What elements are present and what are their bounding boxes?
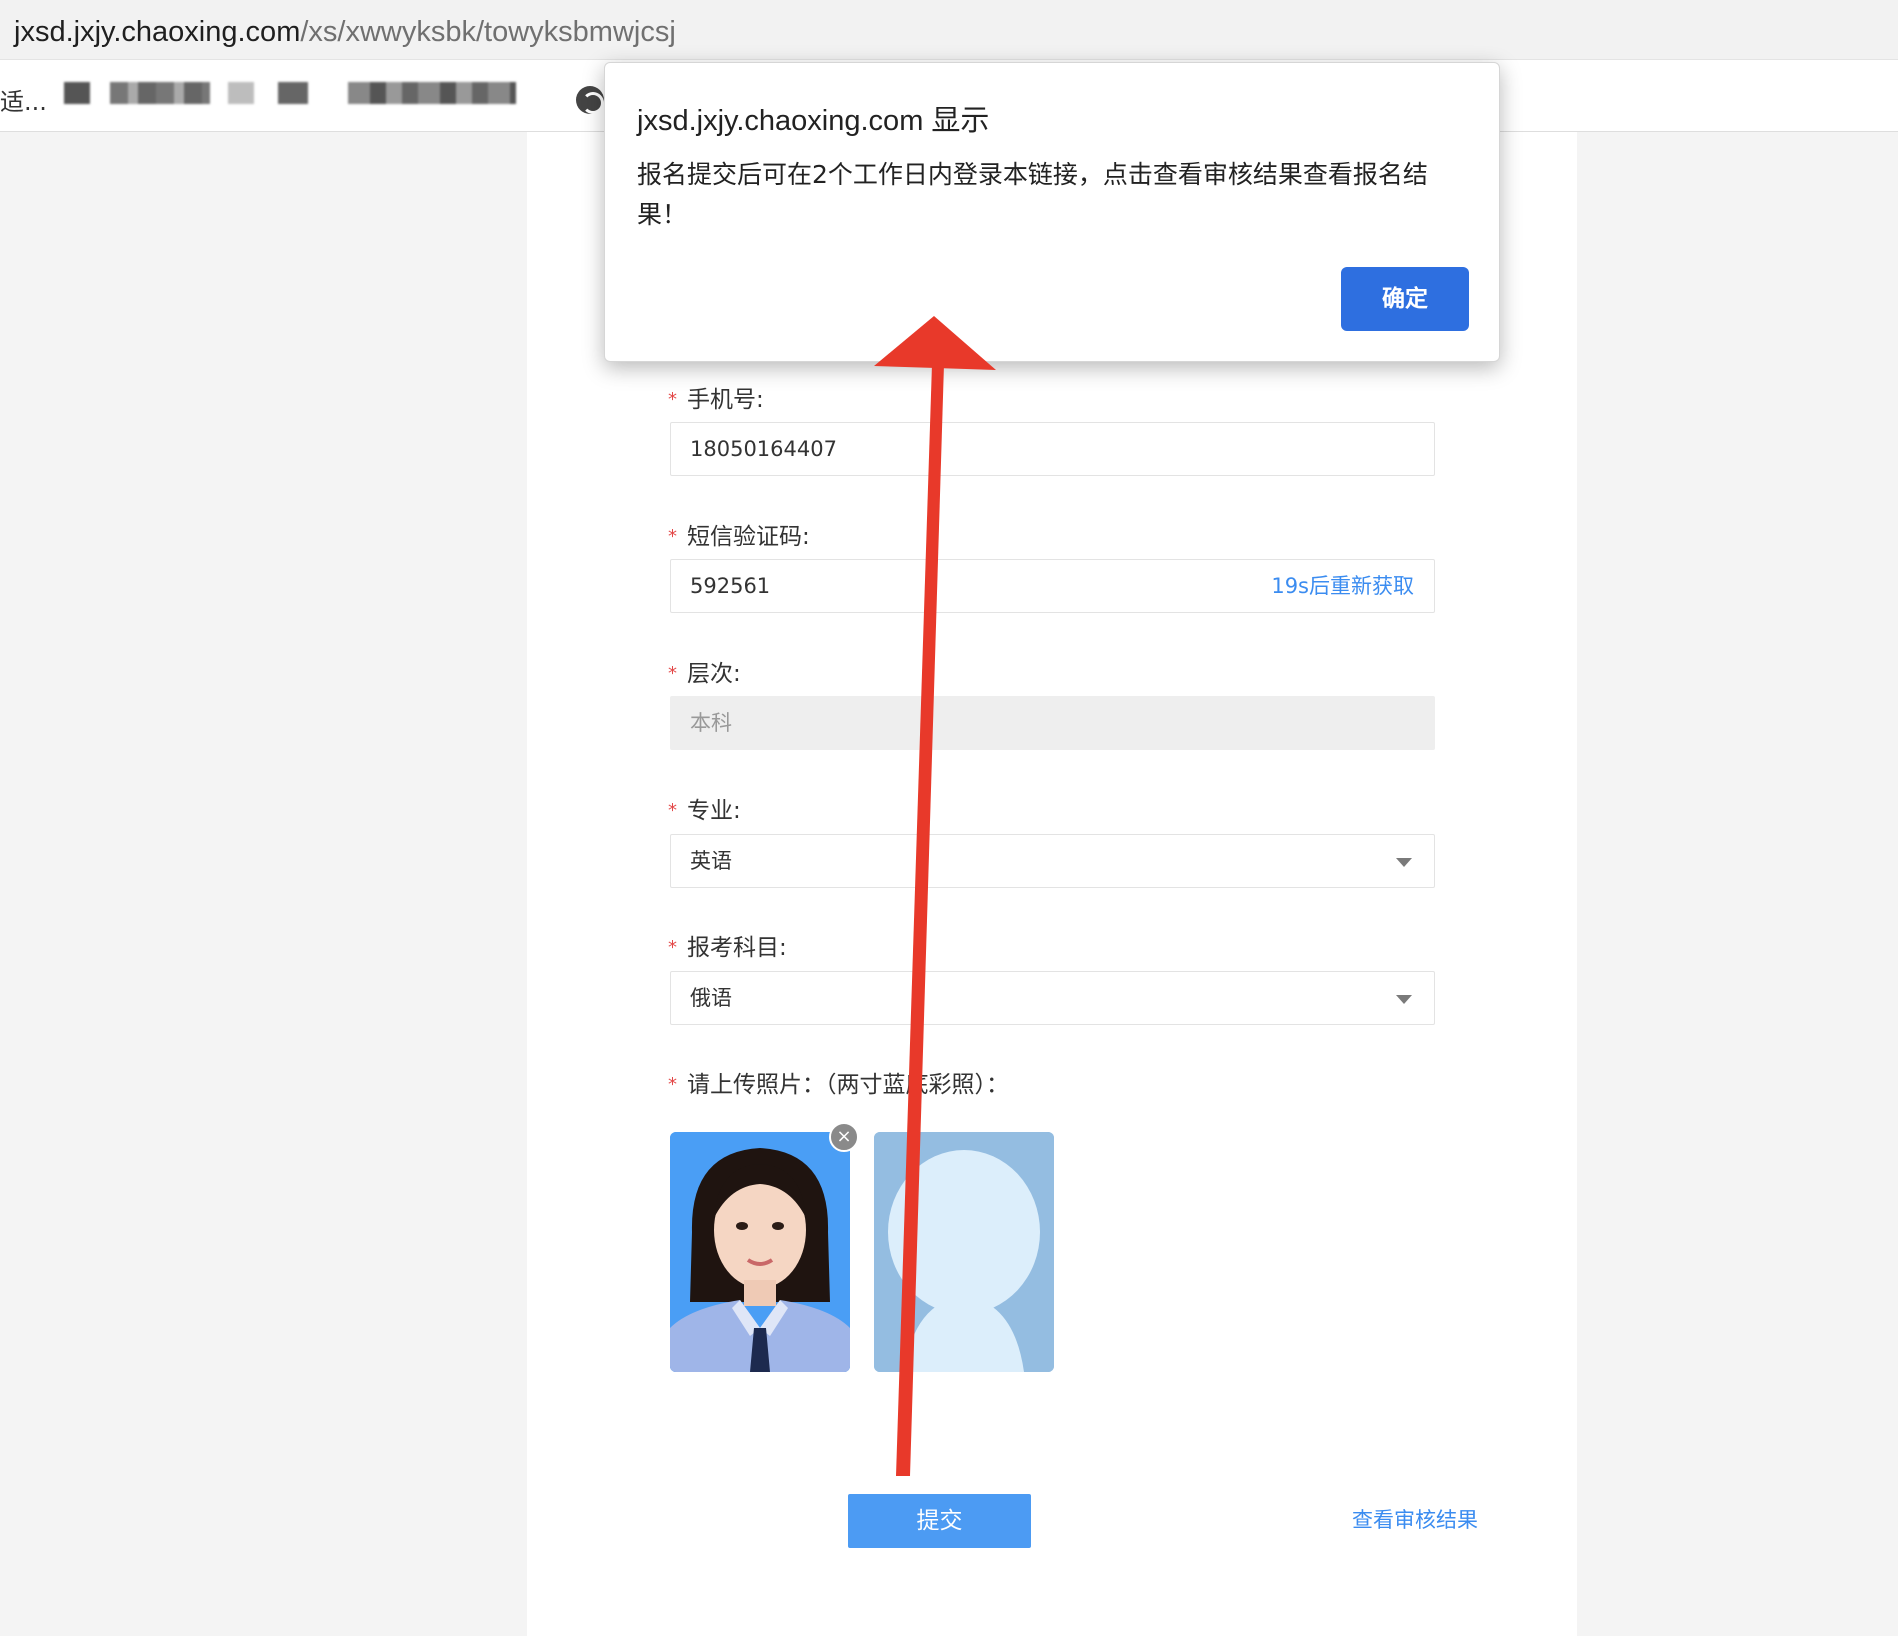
dialog-title: jxsd.jxjy.chaoxing.com 显示	[637, 105, 990, 137]
subject-label: * 报考科目:	[668, 935, 787, 961]
sms-code-input[interactable]: 592561 19s后重新获取	[670, 559, 1435, 613]
phone-input[interactable]: 18050164407	[670, 422, 1435, 476]
chevron-down-icon	[1396, 858, 1412, 867]
resend-code-link[interactable]: 19s后重新获取	[1271, 560, 1414, 612]
major-select[interactable]: 英语	[670, 834, 1435, 888]
check-review-result-link[interactable]: 查看审核结果	[1352, 1504, 1478, 1534]
url-host: jxsd.jxjy.chaoxing.com	[14, 16, 301, 48]
subject-select[interactable]: 俄语	[670, 971, 1435, 1025]
required-mark: *	[668, 800, 677, 821]
bookmark-redacted[interactable]	[348, 82, 516, 104]
dialog-message: 报名提交后可在2个工作日内登录本链接，点击查看审核结果查看报名结果！	[637, 160, 1428, 229]
bookmark-redacted[interactable]	[228, 82, 254, 104]
phone-value: 18050164407	[690, 437, 837, 461]
url-path: /xs/xwwyksbk/towyksbmwjcsj	[300, 16, 676, 48]
submit-button[interactable]: 提交	[848, 1494, 1031, 1548]
level-value: 本科	[690, 711, 732, 735]
required-mark: *	[668, 663, 677, 684]
globe-icon[interactable]	[576, 86, 604, 114]
bookmark-truncated[interactable]: 适...	[0, 82, 47, 117]
avatar-placeholder-icon	[874, 1132, 1054, 1372]
subject-value: 俄语	[690, 986, 732, 1010]
level-label: * 层次:	[668, 661, 741, 687]
photo-upload-placeholder[interactable]	[874, 1132, 1054, 1372]
required-mark: *	[668, 526, 677, 547]
portrait-image	[670, 1132, 850, 1372]
uploaded-photo[interactable]	[670, 1132, 850, 1372]
required-mark: *	[668, 1074, 677, 1095]
major-label: * 专业:	[668, 798, 741, 824]
chevron-down-icon	[1396, 995, 1412, 1004]
close-icon[interactable]: ×	[829, 1122, 859, 1152]
phone-label: * 手机号:	[668, 387, 764, 413]
major-value: 英语	[690, 849, 732, 873]
alert-dialog: jxsd.jxjy.chaoxing.com 显示 报名提交后可在2个工作日内登…	[604, 62, 1500, 362]
required-mark: *	[668, 937, 677, 958]
dialog-ok-button[interactable]: 确定	[1341, 267, 1469, 331]
sms-code-value: 592561	[690, 574, 771, 598]
required-mark: *	[668, 389, 677, 410]
bookmark-redacted[interactable]	[64, 82, 90, 104]
photo-label: * 请上传照片：（两寸蓝底彩照）：	[668, 1072, 1009, 1098]
bookmark-redacted[interactable]	[110, 82, 210, 104]
url-text[interactable]: jxsd.jxjy.chaoxing.com/xs/xwwyksbk/towyk…	[14, 14, 676, 50]
browser-address-bar[interactable]: jxsd.jxjy.chaoxing.com/xs/xwwyksbk/towyk…	[0, 0, 1898, 60]
bookmark-redacted[interactable]	[278, 82, 308, 104]
level-input: 本科	[670, 696, 1435, 750]
sms-code-label: * 短信验证码:	[668, 524, 810, 550]
